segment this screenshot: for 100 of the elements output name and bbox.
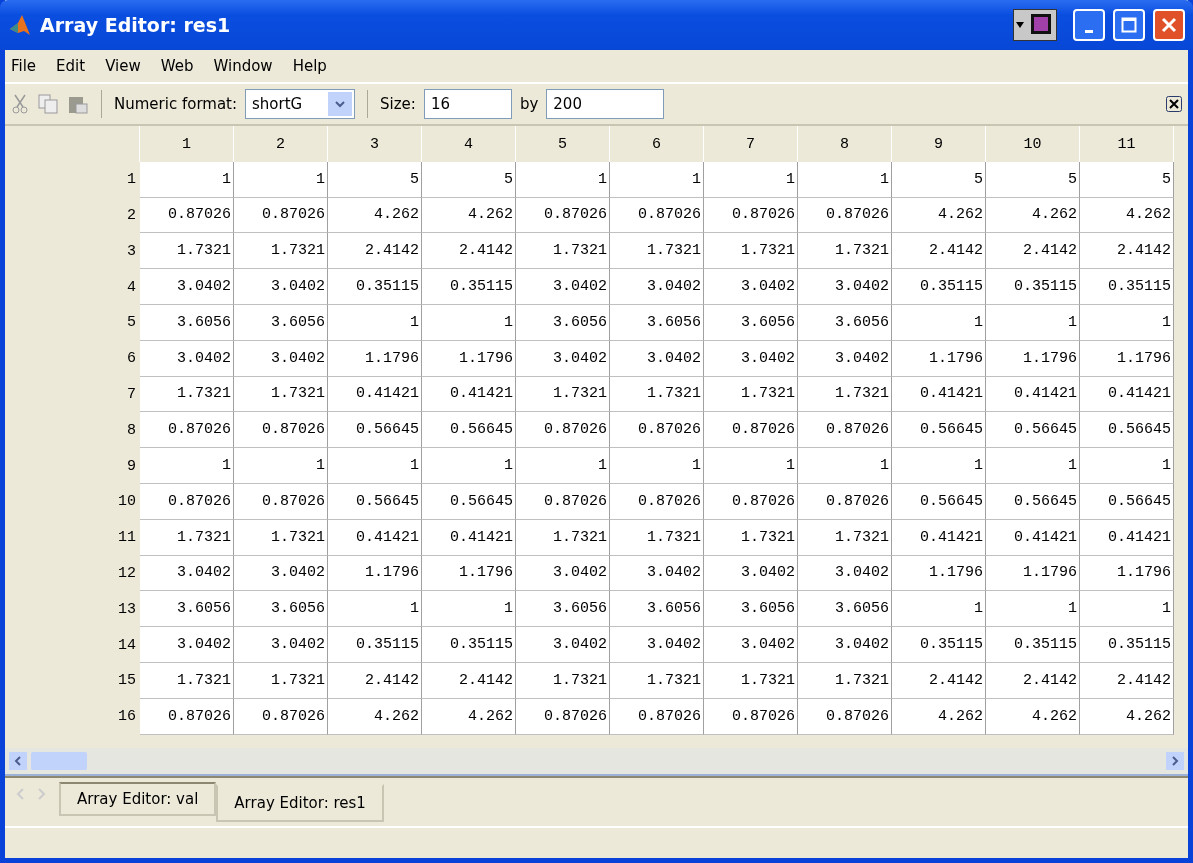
table-cell[interactable]: 0.41421 (892, 519, 986, 556)
table-cell[interactable]: 4.262 (1080, 197, 1174, 234)
table-cell[interactable]: 5 (986, 161, 1080, 198)
table-cell[interactable]: 0.87026 (798, 197, 892, 234)
table-cell[interactable]: 4.262 (892, 197, 986, 234)
table-cell[interactable]: 1.1796 (422, 340, 516, 377)
table-cell[interactable]: 0.87026 (704, 197, 798, 234)
table-cell[interactable]: 3.0402 (516, 340, 610, 377)
table-cell[interactable]: 0.87026 (140, 197, 234, 234)
table-cell[interactable]: 0.56645 (986, 483, 1080, 520)
table-cell[interactable]: 3.0402 (704, 269, 798, 305)
table-cell[interactable]: 3.6056 (798, 305, 892, 341)
table-cell[interactable]: 3.0402 (798, 340, 892, 377)
table-cell[interactable]: 1.7321 (140, 233, 234, 270)
table-cell[interactable]: 1.7321 (704, 662, 798, 699)
table-cell[interactable]: 1.7321 (234, 233, 328, 270)
table-cell[interactable]: 4.262 (422, 197, 516, 234)
table-cell[interactable]: 3.0402 (140, 627, 234, 663)
table-cell[interactable]: 0.35115 (1080, 627, 1174, 663)
table-cell[interactable]: 0.35115 (1080, 269, 1174, 305)
table-cell[interactable]: 3.0402 (234, 340, 328, 377)
table-cell[interactable]: 0.87026 (704, 698, 798, 735)
table-cell[interactable]: 1.7321 (234, 662, 328, 699)
table-cell[interactable]: 1.1796 (986, 340, 1080, 377)
table-cell[interactable]: 1.7321 (610, 233, 704, 270)
table-cell[interactable]: 3.0402 (234, 555, 328, 592)
table-cell[interactable]: 0.87026 (234, 698, 328, 735)
table-cell[interactable]: 1 (328, 448, 422, 484)
table-cell[interactable]: 4.262 (986, 698, 1080, 735)
table-cell[interactable]: 2.4142 (1080, 662, 1174, 699)
table-cell[interactable]: 3.0402 (610, 340, 704, 377)
table-cell[interactable]: 1 (986, 591, 1080, 628)
table-cell[interactable]: 2.4142 (1080, 233, 1174, 270)
table-cell[interactable]: 1.1796 (892, 555, 986, 592)
table-cell[interactable]: 0.87026 (798, 698, 892, 735)
rows-input[interactable]: 16 (423, 89, 512, 119)
table-cell[interactable]: 1.7321 (140, 376, 234, 413)
document-tab[interactable]: Array Editor: val (59, 782, 217, 816)
table-cell[interactable]: 3.0402 (704, 555, 798, 592)
table-cell[interactable]: 0.87026 (798, 412, 892, 449)
table-cell[interactable]: 1.1796 (328, 555, 422, 592)
table-cell[interactable]: 0.87026 (140, 412, 234, 449)
table-cell[interactable]: 0.56645 (422, 483, 516, 520)
table-cell[interactable]: 1 (610, 161, 704, 198)
table-cell[interactable]: 0.87026 (704, 412, 798, 449)
table-cell[interactable]: 1.7321 (610, 662, 704, 699)
table-cell[interactable]: 5 (1080, 161, 1174, 198)
table-cell[interactable]: 1.7321 (516, 519, 610, 556)
table-cell[interactable]: 1.7321 (704, 376, 798, 413)
table-cell[interactable]: 1 (516, 161, 610, 198)
table-cell[interactable]: 2.4142 (328, 233, 422, 270)
table-cell[interactable]: 2.4142 (986, 233, 1080, 270)
table-cell[interactable]: 0.56645 (328, 412, 422, 449)
table-cell[interactable]: 3.6056 (610, 591, 704, 628)
maximize-button[interactable] (1113, 9, 1145, 41)
table-cell[interactable]: 4.262 (328, 698, 422, 735)
table-cell[interactable]: 3.6056 (704, 305, 798, 341)
table-cell[interactable]: 3.0402 (140, 340, 234, 377)
table-cell[interactable]: 0.87026 (798, 483, 892, 520)
table-cell[interactable]: 1 (422, 305, 516, 341)
table-cell[interactable]: 1 (892, 591, 986, 628)
menu-item[interactable]: File (11, 57, 37, 75)
close-button[interactable] (1153, 9, 1185, 41)
cut-icon[interactable] (11, 93, 29, 115)
table-cell[interactable]: 3.0402 (704, 627, 798, 663)
scroll-right-button[interactable] (1166, 752, 1184, 770)
columns-input[interactable]: 200 (546, 89, 665, 119)
table-cell[interactable]: 1 (328, 305, 422, 341)
table-cell[interactable]: 3.0402 (140, 555, 234, 592)
table-cell[interactable]: 0.41421 (986, 519, 1080, 556)
table-cell[interactable]: 0.87026 (704, 483, 798, 520)
table-cell[interactable]: 4.262 (422, 698, 516, 735)
table-cell[interactable]: 0.87026 (610, 197, 704, 234)
table-cell[interactable]: 0.41421 (328, 519, 422, 556)
table-cell[interactable]: 1 (892, 305, 986, 341)
table-cell[interactable]: 1.7321 (234, 376, 328, 413)
minimize-button[interactable] (1073, 9, 1105, 41)
table-cell[interactable]: 1.7321 (704, 519, 798, 556)
table-cell[interactable]: 0.87026 (516, 197, 610, 234)
table-cell[interactable]: 1 (1080, 448, 1174, 484)
table-cell[interactable]: 1.1796 (422, 555, 516, 592)
table-cell[interactable]: 0.35115 (422, 627, 516, 663)
table-cell[interactable]: 1.7321 (516, 376, 610, 413)
table-cell[interactable]: 1.7321 (234, 519, 328, 556)
table-cell[interactable]: 0.87026 (516, 412, 610, 449)
dock-button[interactable] (1013, 9, 1057, 41)
table-cell[interactable]: 3.0402 (610, 627, 704, 663)
numeric-format-dropdown[interactable]: shortG (245, 89, 356, 119)
table-cell[interactable]: 0.35115 (892, 627, 986, 663)
table-cell[interactable]: 5 (328, 161, 422, 198)
table-cell[interactable]: 1 (798, 161, 892, 198)
table-cell[interactable]: 3.0402 (798, 555, 892, 592)
table-cell[interactable]: 1.1796 (1080, 340, 1174, 377)
table-cell[interactable]: 0.41421 (422, 519, 516, 556)
table-cell[interactable]: 0.87026 (610, 698, 704, 735)
table-cell[interactable]: 1.1796 (986, 555, 1080, 592)
table-cell[interactable]: 3.6056 (234, 591, 328, 628)
table-cell[interactable]: 0.87026 (140, 698, 234, 735)
table-cell[interactable]: 1.7321 (516, 662, 610, 699)
table-cell[interactable]: 1 (234, 161, 328, 198)
